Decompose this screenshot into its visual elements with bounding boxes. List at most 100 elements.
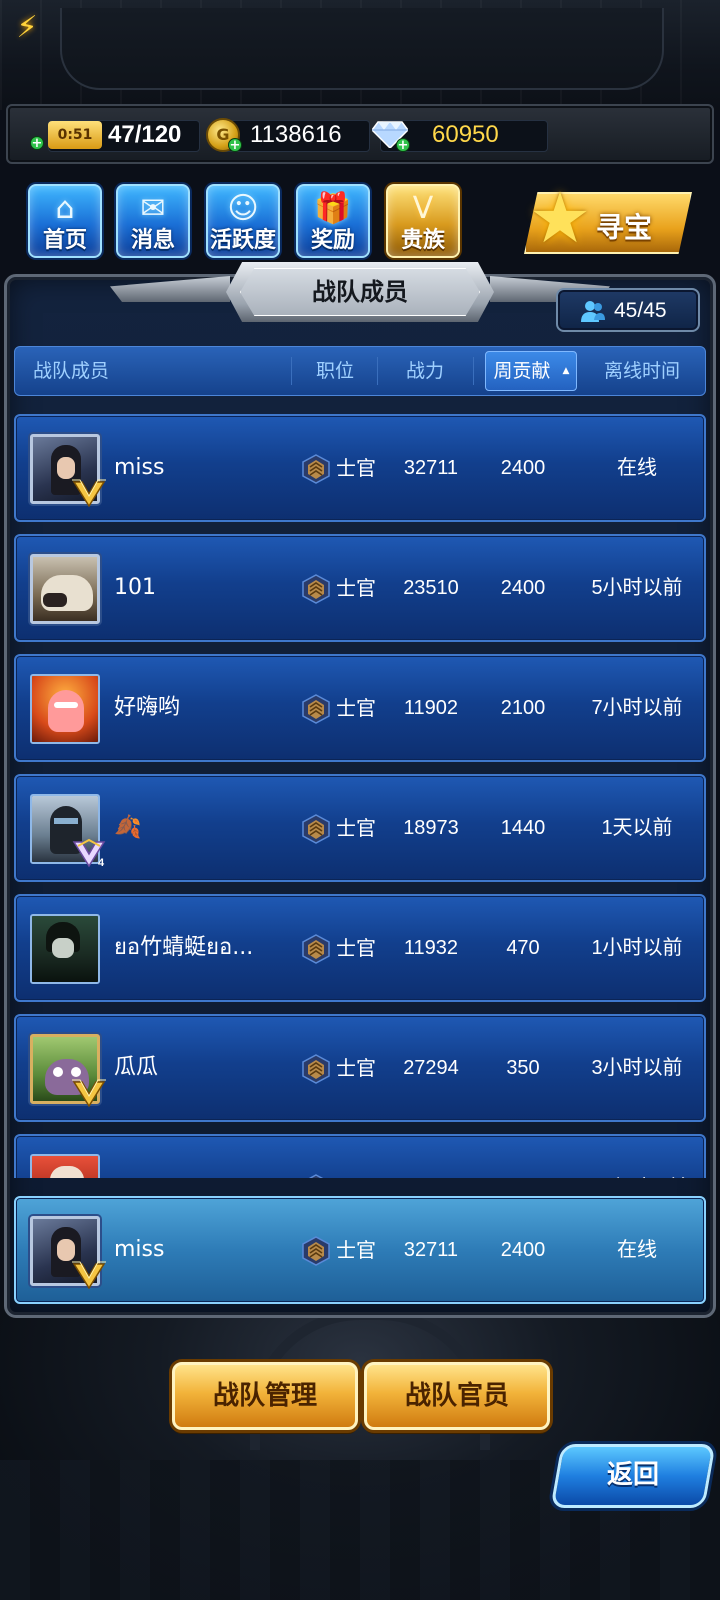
top-frame-decoration: [0, 0, 720, 110]
smile-icon: ☺: [227, 191, 259, 226]
member-power: 27294: [403, 1057, 459, 1079]
team-manage-button[interactable]: 战队管理: [172, 1362, 358, 1430]
col-weekly-contribution[interactable]: 周贡献: [485, 347, 559, 395]
member-table-header: 战队成员 职位 战力 周贡献 ▲ 离线时间: [14, 346, 706, 396]
member-rank: 士官: [336, 696, 376, 720]
self-contribution: 2400: [500, 1239, 546, 1261]
col-member: 战队成员: [33, 360, 110, 382]
member-name: 好嗨哟: [114, 695, 181, 720]
nav-messages-button[interactable]: ✉ 消息: [116, 184, 190, 258]
member-power: 11902: [403, 697, 459, 719]
nav-messages-label: 消息: [130, 228, 175, 253]
member-contribution: 1440: [500, 817, 546, 839]
header-divider: [291, 357, 292, 385]
member-list[interactable]: miss 士官 32711 2400 在线 101 士官 23510 2400 …: [14, 414, 706, 1178]
member-count: 45/45: [614, 299, 667, 322]
member-rank: 士官: [336, 1136, 376, 1178]
treasure-hunt-label: 寻宝: [596, 211, 653, 244]
member-row[interactable]: ยอ竹蜻蜓ยอ... 士官 11932 470 1小时以前: [14, 894, 706, 1002]
team-officers-button[interactable]: 战队官员: [364, 1362, 550, 1430]
rank-sergeant-icon: [302, 814, 330, 844]
members-icon: [581, 301, 605, 322]
member-contribution: 470: [506, 937, 540, 959]
member-rank: 士官: [336, 816, 376, 840]
self-power: 32711: [403, 1239, 459, 1261]
member-offline-time: 5小时以前: [591, 577, 683, 599]
member-offline-time: 3小时以前: [591, 1057, 683, 1079]
panel-title: 战队成员: [312, 278, 408, 306]
mail-icon: ✉: [140, 191, 166, 226]
header-divider: [473, 357, 474, 385]
member-power: 17000: [386, 1136, 476, 1178]
member-power: 11932: [403, 937, 459, 959]
self-rank: 士官: [336, 1238, 376, 1262]
nav-noble-button[interactable]: V 贵族: [386, 184, 460, 258]
self-member-row[interactable]: miss 士官 32711 2400 在线: [14, 1196, 706, 1304]
nav-activity-button[interactable]: ☺ 活跃度: [206, 184, 280, 258]
gift-icon: 🎁: [314, 191, 352, 226]
lightning-icon[interactable]: ⚡: [14, 10, 40, 46]
sort-ascending-icon: ▲: [562, 366, 570, 376]
home-icon: ⌂: [55, 191, 75, 226]
member-contribution: 2100: [500, 697, 546, 719]
member-rank: 士官: [336, 936, 376, 960]
member-row[interactable]: miss 士官 32711 2400 在线: [14, 414, 706, 522]
rank-sergeant-icon: [302, 1236, 330, 1266]
vip-badge-icon: [72, 479, 106, 508]
rank-sergeant-icon: [302, 454, 330, 484]
col-position[interactable]: 职位: [293, 347, 377, 395]
nav-rewards-button[interactable]: 🎁 奖励: [296, 184, 370, 258]
add-gold-icon[interactable]: +: [228, 138, 242, 152]
gold-value: 1138616: [250, 121, 342, 148]
member-name: 🍂: [114, 815, 142, 840]
member-offline-time: 7小时以前: [591, 697, 683, 719]
avatar[interactable]: [30, 914, 100, 984]
noble-v-icon: V: [412, 191, 434, 226]
avatar[interactable]: [30, 1154, 100, 1178]
rank-sergeant-icon: [302, 574, 330, 604]
nav-noble-label: 贵族: [400, 228, 445, 253]
member-power: 18973: [403, 817, 459, 839]
member-row[interactable]: 101 士官 23510 2400 5小时以前: [14, 534, 706, 642]
nav-home-button[interactable]: ⌂ 首页: [28, 184, 102, 258]
header-divider: [377, 357, 378, 385]
vip-badge-icon: [72, 1079, 106, 1108]
member-rank: 士官: [336, 1056, 376, 1080]
nav-activity-label: 活跃度: [209, 228, 276, 253]
col-offline-time[interactable]: 离线时间: [581, 347, 703, 395]
vip-badge-icon: [72, 1261, 106, 1290]
rank-sergeant-icon: [302, 1054, 330, 1084]
member-contribution: 350: [506, 1057, 540, 1079]
nav-rewards-label: 奖励: [310, 228, 355, 253]
nav-home-label: 首页: [42, 228, 87, 253]
member-row[interactable]: 士官 17000 270 21小时以前: [14, 1134, 706, 1178]
member-contribution: 270: [478, 1136, 568, 1178]
member-name: 瓜瓜: [114, 1055, 159, 1080]
member-row[interactable]: 瓜瓜 士官 27294 350 3小时以前: [14, 1014, 706, 1122]
member-row[interactable]: 4 🍂 士官 18973 1440 1天以前: [14, 774, 706, 882]
avatar[interactable]: [30, 554, 100, 624]
col-power[interactable]: 战力: [379, 347, 471, 395]
svg-text:4: 4: [98, 857, 105, 868]
member-name: 101: [114, 575, 156, 600]
energy-timer: 0:51: [48, 121, 102, 149]
gems-value: 60950: [432, 121, 499, 148]
energy-value: 47/120: [108, 121, 182, 148]
member-offline-time: 1天以前: [601, 817, 673, 839]
rank-sergeant-icon: [302, 934, 330, 964]
avatar[interactable]: [30, 674, 100, 744]
member-name: miss: [114, 455, 165, 480]
self-offline-time: 在线: [617, 1239, 657, 1261]
member-row[interactable]: 好嗨哟 士官 11902 2100 7小时以前: [14, 654, 706, 762]
member-offline-time: 1小时以前: [591, 937, 683, 959]
member-offline-time: 在线: [617, 457, 657, 479]
member-rank: 士官: [336, 576, 376, 600]
member-offline-time: 21小时以前: [572, 1136, 702, 1178]
add-energy-icon[interactable]: +: [30, 136, 44, 150]
member-power: 32711: [403, 457, 459, 479]
add-gems-icon[interactable]: +: [396, 138, 410, 152]
vip-level-4-badge-icon: 4: [72, 838, 106, 868]
rank-sergeant-icon: [302, 694, 330, 724]
rank-sergeant-icon: [308, 1174, 324, 1178]
jet-star-icon: ★: [528, 177, 592, 259]
